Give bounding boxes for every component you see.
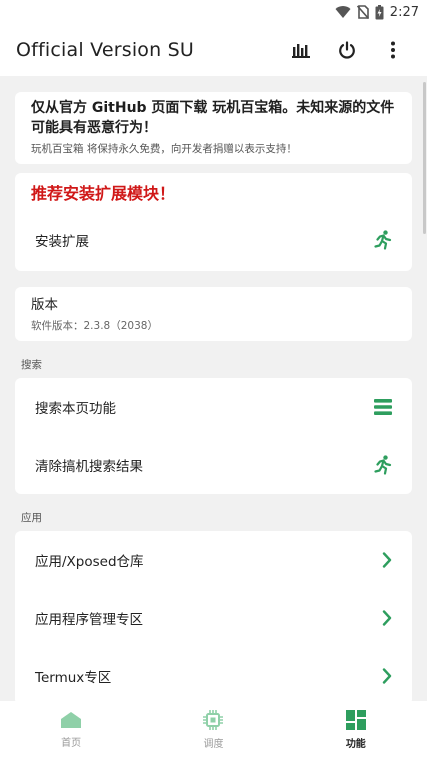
cpu-chip-icon — [203, 710, 224, 730]
battery-icon — [375, 4, 384, 20]
search-page-functions-row[interactable]: 搜索本页功能 — [15, 378, 412, 436]
termux-row[interactable]: Termux专区 — [15, 647, 412, 701]
termux-label: Termux专区 — [35, 670, 112, 686]
overflow-menu-button[interactable] — [373, 30, 413, 70]
no-sim-icon — [356, 5, 369, 19]
recommend-card: 推荐安装扩展模块！ 安装扩展 — [15, 173, 412, 271]
more-vert-icon — [391, 41, 395, 59]
main-content[interactable]: 仅从官方 GitHub 页面下载 玩机百宝箱。未知来源的文件可能具有恶意行为！ … — [0, 76, 427, 701]
xposed-repo-row[interactable]: 应用/Xposed仓库 — [15, 531, 412, 589]
home-icon — [61, 712, 82, 728]
status-bar: 2:27 — [0, 0, 427, 24]
app-title: Official Version SU — [16, 39, 194, 61]
running-icon — [374, 230, 392, 250]
power-icon — [339, 41, 355, 59]
install-extension-row[interactable]: 安装扩展 — [15, 211, 412, 269]
bottom-nav: 首页 调度 功能 — [0, 701, 427, 759]
running-icon — [374, 455, 392, 475]
clock: 2:27 — [389, 4, 419, 20]
version-detail: 软件版本：2.3.8（2038） — [31, 320, 158, 332]
chevron-right-icon — [382, 668, 392, 684]
apps-section-header: 应用 — [21, 512, 42, 524]
version-card[interactable]: 版本 软件版本：2.3.8（2038） — [15, 287, 412, 341]
notice-title: 仅从官方 GitHub 页面下载 玩机百宝箱。未知来源的文件可能具有恶意行为！ — [31, 100, 395, 136]
notice-subtitle: 玩机百宝箱 将保持永久免费，向开发者捐赠以表示支持！ — [31, 143, 297, 155]
power-button[interactable] — [327, 30, 367, 70]
apps-card: 应用/Xposed仓库 应用程序管理专区 Termux专区 — [15, 531, 412, 701]
stats-button[interactable] — [281, 30, 321, 70]
install-extension-label: 安装扩展 — [35, 234, 89, 250]
app-management-row[interactable]: 应用程序管理专区 — [15, 589, 412, 647]
app-management-label: 应用程序管理专区 — [35, 612, 143, 628]
nav-functions-label: 功能 — [345, 739, 366, 750]
notice-card: 仅从官方 GitHub 页面下载 玩机百宝箱。未知来源的文件可能具有恶意行为！ … — [15, 92, 412, 164]
bar-chart-icon — [292, 44, 310, 58]
search-section-header: 搜索 — [21, 359, 42, 371]
nav-functions[interactable]: 功能 — [285, 701, 427, 759]
app-bar: Official Version SU — [0, 24, 427, 76]
xposed-repo-label: 应用/Xposed仓库 — [35, 554, 144, 570]
dashboard-icon — [345, 710, 366, 730]
nav-schedule-label: 调度 — [203, 739, 224, 750]
clear-search-results-label: 清除搞机搜索结果 — [35, 459, 143, 475]
search-card: 搜索本页功能 清除搞机搜索结果 — [15, 378, 412, 494]
nav-schedule[interactable]: 调度 — [142, 701, 284, 759]
scrollbar-thumb[interactable] — [423, 82, 426, 234]
version-title: 版本 — [31, 297, 58, 313]
wifi-icon — [335, 5, 351, 19]
recommend-heading: 推荐安装扩展模块！ — [31, 184, 176, 203]
chevron-right-icon — [382, 610, 392, 626]
menu-icon — [374, 399, 392, 415]
search-page-functions-label: 搜索本页功能 — [35, 401, 116, 417]
nav-home[interactable]: 首页 — [0, 701, 142, 759]
clear-search-results-row[interactable]: 清除搞机搜索结果 — [15, 436, 412, 494]
chevron-right-icon — [382, 552, 392, 568]
nav-home-label: 首页 — [61, 738, 82, 749]
